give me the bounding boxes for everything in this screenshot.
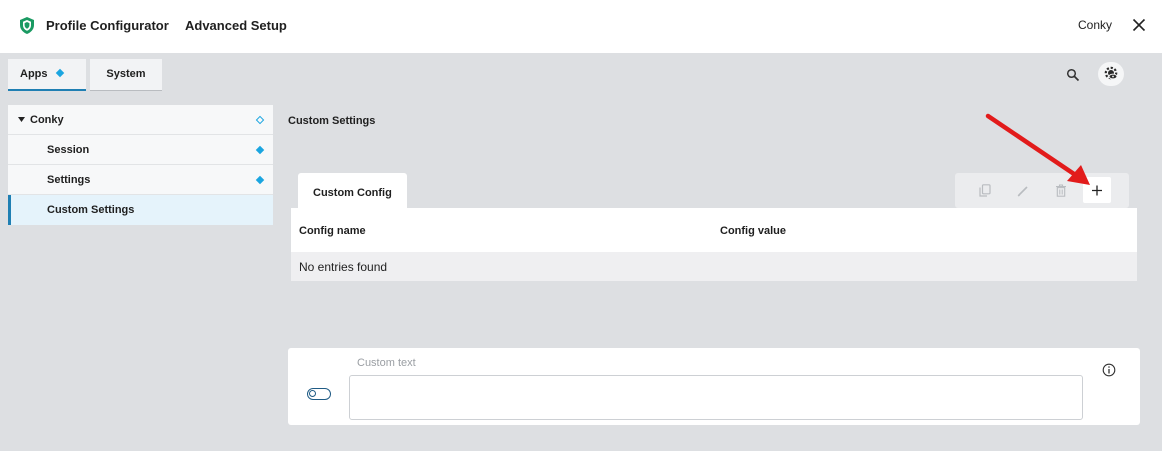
sidebar-group-label: Conky (30, 114, 64, 126)
config-table: Config name Config value No entries foun… (291, 208, 1137, 281)
hollow-diamond-icon (255, 115, 265, 125)
column-header-config-value[interactable]: Config value (720, 225, 786, 237)
sidebar-item-label: Custom Settings (47, 204, 135, 216)
sidebar: Conky Session Settings Custom Settings (8, 105, 273, 225)
sidebar-item-settings[interactable]: Settings (8, 165, 273, 195)
tab-system[interactable]: System (90, 59, 162, 91)
sidebar-item-session[interactable]: Session (8, 135, 273, 165)
empty-message: No entries found (299, 260, 388, 274)
top-bar: Profile Configurator Advanced Setup Conk… (0, 0, 1162, 53)
sidebar-item-custom-settings[interactable]: Custom Settings (8, 195, 273, 225)
custom-text-label: Custom text (357, 357, 416, 369)
shield-logo-icon (20, 17, 34, 34)
settings-eye-icon[interactable] (1098, 62, 1124, 86)
annotation-arrow-icon (985, 113, 1090, 185)
custom-text-input[interactable] (349, 375, 1083, 420)
custom-text-toggle[interactable] (307, 388, 331, 400)
tab-apps-label: Apps (20, 68, 48, 80)
table-empty-row: No entries found (291, 252, 1137, 281)
toggle-knob (309, 390, 316, 397)
section-title: Custom Settings (288, 115, 376, 127)
main-tab-strip: Apps System (0, 53, 1162, 93)
tab-custom-config[interactable]: Custom Config (298, 173, 407, 210)
sidebar-item-label: Settings (47, 174, 91, 186)
column-header-config-name[interactable]: Config name (299, 225, 366, 237)
search-icon[interactable] (1066, 68, 1080, 82)
caret-down-icon (18, 117, 25, 122)
info-icon[interactable] (1102, 363, 1116, 377)
diamond-icon (255, 175, 265, 185)
sidebar-item-label: Session (47, 144, 90, 156)
app-title: Profile Configurator (46, 18, 169, 33)
page-title: Advanced Setup (185, 18, 287, 33)
close-icon[interactable] (1132, 18, 1146, 32)
diamond-icon (255, 145, 265, 155)
user-name: Conky (1077, 18, 1112, 32)
custom-text-card: Custom text (288, 348, 1140, 425)
diamond-icon (55, 68, 64, 78)
tab-apps[interactable]: Apps (8, 59, 86, 91)
tab-system-label: System (106, 68, 146, 80)
sidebar-group-conky[interactable]: Conky (8, 105, 273, 135)
table-header: Config name Config value (291, 208, 1137, 252)
